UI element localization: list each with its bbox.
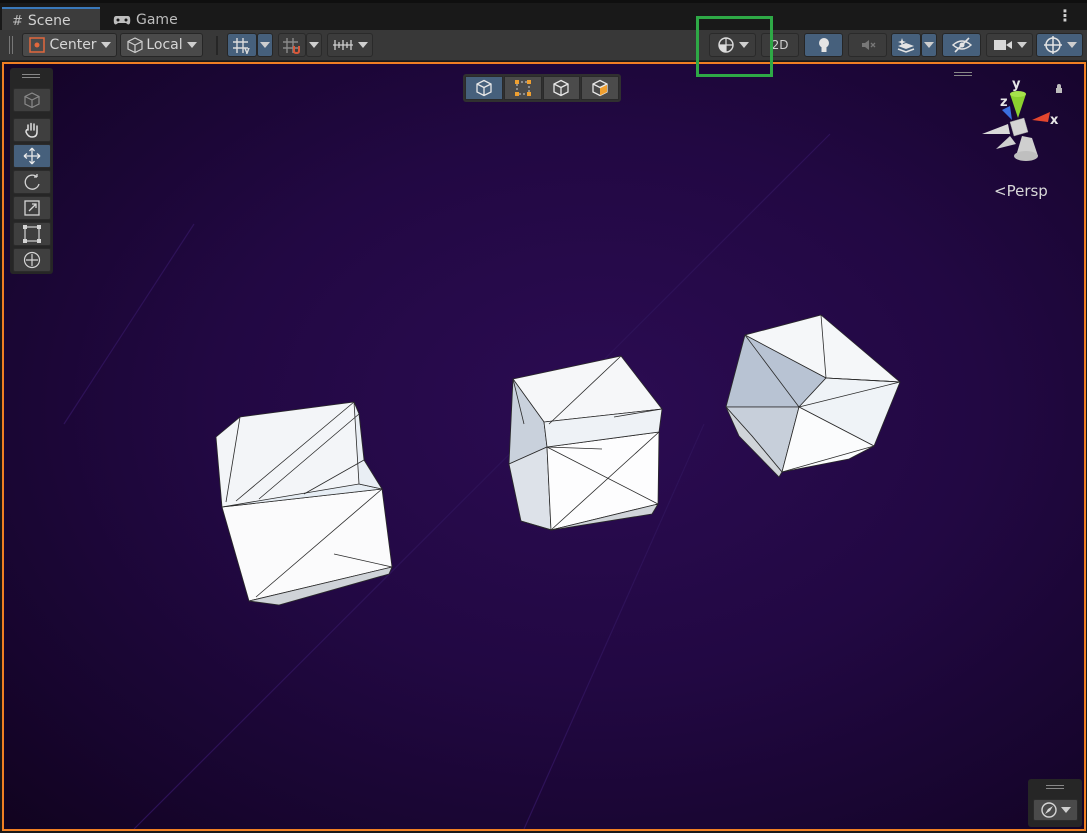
scene-render — [63, 133, 901, 829]
cube-2[interactable] — [508, 355, 663, 531]
camera-mode-dropdown[interactable] — [1033, 799, 1078, 821]
move-arrows-icon — [23, 147, 41, 165]
scale-icon — [24, 200, 40, 216]
toolbar-grip[interactable] — [9, 36, 13, 54]
transform-all-icon — [23, 251, 41, 269]
scene-visibility-button[interactable] — [942, 33, 981, 57]
tab-game-label: Game — [136, 12, 178, 28]
chevron-down-icon — [1066, 42, 1077, 48]
tab-scene-label: Scene — [27, 13, 71, 29]
pivot-icon — [29, 37, 46, 53]
svg-text:y: y — [244, 46, 250, 54]
view-tool-cube-button[interactable] — [13, 88, 51, 112]
axis-x-cone[interactable] — [1032, 112, 1050, 122]
lighting-toggle-button[interactable] — [804, 33, 843, 57]
snap-magnet-icon — [283, 38, 300, 54]
chevron-left-icon: < — [994, 182, 1007, 200]
grid-options-dropdown[interactable] — [257, 33, 273, 57]
toolbar-separator — [216, 36, 218, 55]
projection-label: Persp — [1006, 182, 1048, 200]
rect-transform-icon — [23, 225, 41, 243]
grid-icon: # — [12, 13, 23, 29]
cube-3[interactable] — [725, 314, 901, 478]
gizmos-dropdown[interactable] — [1036, 33, 1083, 57]
chevron-down-icon — [358, 42, 368, 48]
pivot-rotation-dropdown[interactable]: Local — [120, 33, 203, 57]
edge-select-button[interactable] — [542, 76, 581, 100]
snap-options-dropdown[interactable] — [306, 33, 322, 57]
chevron-down-icon — [1061, 807, 1071, 813]
projection-toggle[interactable]: <Persp — [994, 182, 1048, 200]
grid-snap-icon: y — [233, 38, 250, 54]
overlay-drag-handle[interactable] — [22, 74, 40, 78]
chevron-down-icon — [1016, 42, 1027, 48]
chevron-down-icon — [186, 42, 197, 48]
axis-y-label: y — [1012, 77, 1021, 92]
snap-increment-button[interactable] — [278, 33, 306, 57]
pivot-mode-label: Center — [49, 37, 97, 53]
hidden-eye-icon — [951, 37, 972, 53]
hand-icon — [25, 122, 38, 138]
axis-y-cone[interactable] — [1010, 94, 1026, 118]
lock-icon[interactable] — [1056, 84, 1062, 93]
cube-1[interactable] — [215, 401, 393, 606]
effects-toggle-button[interactable] — [891, 33, 921, 57]
toggle-2d-label: 2D — [771, 38, 789, 52]
orientation-overlay-handle[interactable] — [954, 72, 972, 76]
layers-effects-icon — [897, 38, 915, 53]
toggle-2d-button[interactable]: 2D — [761, 33, 799, 57]
transform-tool-button[interactable] — [13, 248, 51, 272]
scene-camera-dropdown[interactable] — [986, 33, 1033, 57]
mute-speaker-icon — [861, 40, 875, 50]
editor-tab-bar: # Scene Game ⋮ — [0, 0, 1087, 33]
rect-tool-button[interactable] — [13, 222, 51, 246]
overlay-drag-handle[interactable] — [1046, 785, 1064, 789]
hand-tool-button[interactable] — [13, 118, 51, 142]
shading-sphere-icon — [717, 37, 734, 53]
rotate-icon — [24, 174, 40, 190]
cube-icon — [24, 92, 40, 109]
effects-options-dropdown[interactable] — [921, 33, 937, 57]
scene-viewport[interactable]: y z x <Persp — [2, 62, 1086, 831]
tools-overlay — [10, 68, 53, 274]
chevron-down-icon — [924, 42, 934, 48]
chevron-down-icon — [260, 42, 270, 48]
camera-overlay — [1028, 779, 1082, 827]
chevron-down-icon — [309, 42, 319, 48]
gamepad-icon — [113, 16, 131, 25]
compass-icon — [1041, 802, 1057, 818]
scene-toolbar: Center Local y 2D — [0, 30, 1087, 61]
local-cube-icon — [127, 37, 143, 54]
camera-icon — [993, 40, 1012, 50]
chevron-down-icon — [738, 42, 749, 48]
cube-outline-icon — [476, 79, 492, 97]
scene-grid — [63, 133, 831, 829]
audio-toggle-button[interactable] — [848, 33, 887, 57]
face-cube-icon — [592, 79, 608, 97]
draw-mode-dropdown[interactable] — [709, 33, 756, 57]
face-select-button[interactable] — [581, 76, 619, 100]
pivot-rotation-label: Local — [146, 37, 183, 53]
lightbulb-icon — [818, 38, 829, 52]
vertex-select-button[interactable] — [503, 76, 542, 100]
axis-x-label: x — [1050, 113, 1059, 128]
more-options-icon[interactable]: ⋮ — [1057, 8, 1073, 24]
pivot-mode-dropdown[interactable]: Center — [22, 33, 117, 57]
vertex-icon — [514, 80, 531, 96]
axis-z-label: z — [1000, 95, 1008, 110]
grid-visibility-button[interactable]: y — [227, 33, 257, 57]
chevron-down-icon — [100, 42, 111, 48]
move-tool-button[interactable] — [13, 144, 51, 168]
component-tools-overlay — [463, 74, 621, 102]
rotate-tool-button[interactable] — [13, 170, 51, 194]
edge-cube-icon — [553, 79, 570, 97]
cube-view-button[interactable] — [465, 76, 503, 100]
ruler-icon — [333, 40, 353, 50]
scale-tool-button[interactable] — [13, 196, 51, 220]
gizmo-globe-icon — [1043, 36, 1062, 54]
increment-snap-dropdown[interactable] — [327, 33, 373, 57]
